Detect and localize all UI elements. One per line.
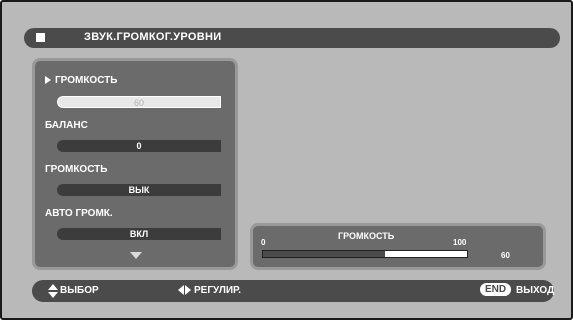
footer-exit-label: ВЫХОД [516, 285, 555, 296]
menu-item-label-volume-2: ГРОМКОСТЬ [45, 164, 108, 175]
osd-screen: ЗВУК.ГРОМКОГ.УРОВНИ ГРОМКОСТЬ 60 БАЛАНС … [0, 0, 573, 320]
scroll-down-icon[interactable] [130, 252, 142, 259]
selection-arrow-icon [45, 76, 51, 84]
settings-panel: ГРОМКОСТЬ 60 БАЛАНС 0 ГРОМКОСТЬ ВЫК АВТО… [32, 58, 238, 270]
menu-item-label-volume: ГРОМКОСТЬ [55, 75, 118, 86]
volume-level-fill [263, 251, 386, 257]
volume-indicator-title: ГРОМКОСТЬ [338, 231, 395, 241]
menu-item-label-auto-volume: АВТО ГРОМК. [45, 208, 113, 219]
menu-square-icon [36, 33, 45, 42]
volume-mode-value-bar[interactable]: ВЫК [57, 184, 221, 196]
footer-select-label: ВЫБОР [60, 285, 99, 296]
end-key-badge[interactable]: END [480, 283, 512, 296]
volume-value-bar[interactable]: 60 [57, 96, 221, 108]
menu-title-bar: ЗВУК.ГРОМКОГ.УРОВНИ [24, 28, 560, 48]
footer-adjust-label: РЕГУЛИР. [194, 285, 242, 296]
volume-scale-max: 100 [453, 238, 467, 247]
menu-title: ЗВУК.ГРОМКОГ.УРОВНИ [84, 31, 222, 43]
volume-level-track [262, 250, 468, 258]
footer-bar: ВЫБОР РЕГУЛИР. END ВЫХОД [32, 280, 554, 302]
volume-level-value: 60 [501, 251, 510, 260]
auto-volume-value-bar[interactable]: ВКЛ [57, 228, 221, 240]
menu-item-label-balance: БАЛАНС [45, 120, 88, 131]
volume-indicator-panel: ГРОМКОСТЬ 0 100 60 [250, 223, 546, 270]
volume-scale-min: 0 [261, 238, 266, 247]
up-down-arrows-icon [48, 284, 58, 298]
left-right-arrows-icon [178, 285, 192, 297]
balance-value-bar[interactable]: 0 [57, 140, 221, 152]
